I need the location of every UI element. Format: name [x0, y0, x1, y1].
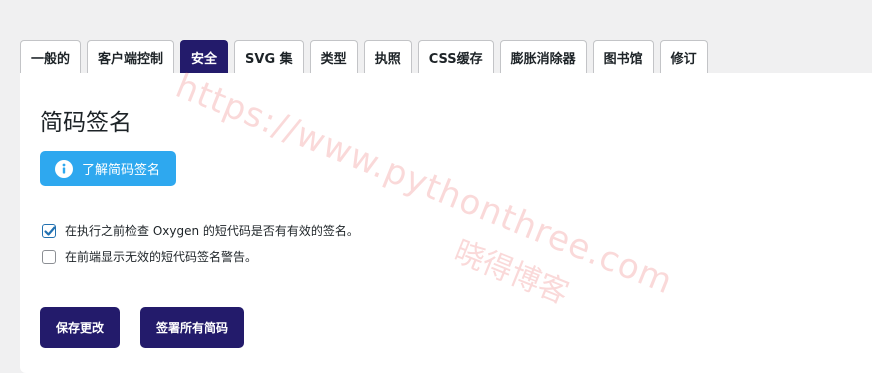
- tab-svg-sets[interactable]: SVG 集: [234, 40, 304, 74]
- tab-security[interactable]: 安全: [180, 40, 229, 74]
- tab-license[interactable]: 执照: [363, 40, 412, 74]
- security-panel: 简码签名 了解简码签名 在执行之前检查 Oxygen 的短代码是否有有效的签名。…: [20, 73, 872, 373]
- show-warnings-label[interactable]: 在前端显示无效的短代码签名警告。: [65, 248, 257, 265]
- save-changes-button[interactable]: 保存更改: [40, 307, 121, 348]
- settings-tabs: 一般的 客户端控制 安全 SVG 集 类型 执照 CSS缓存 膨胀消除器 图书馆…: [20, 38, 708, 74]
- option-verify-signatures: 在执行之前检查 Oxygen 的短代码是否有有效的签名。: [42, 222, 359, 239]
- show-warnings-checkbox[interactable]: [42, 249, 56, 264]
- learn-button-label: 了解简码签名: [82, 163, 161, 178]
- tab-css-cache[interactable]: CSS缓存: [417, 40, 494, 74]
- section-title: 简码签名: [40, 110, 132, 136]
- tab-bloat-eliminator[interactable]: 膨胀消除器: [499, 40, 587, 74]
- verify-signatures-label[interactable]: 在执行之前检查 Oxygen 的短代码是否有有效的签名。: [65, 222, 359, 239]
- checkmark-icon: [44, 225, 56, 236]
- option-show-warnings: 在前端显示无效的短代码签名警告。: [42, 248, 257, 265]
- tab-typography[interactable]: 类型: [309, 40, 358, 74]
- info-circle-icon: [55, 159, 73, 178]
- tab-client-control[interactable]: 客户端控制: [87, 40, 175, 74]
- tab-library[interactable]: 图书馆: [592, 40, 654, 74]
- verify-signatures-checkbox[interactable]: [42, 223, 56, 238]
- sign-all-shortcodes-button[interactable]: 签署所有简码: [140, 307, 245, 348]
- tab-general[interactable]: 一般的: [20, 40, 82, 74]
- tab-revisions[interactable]: 修订: [659, 40, 708, 74]
- learn-shortcode-signature-button[interactable]: 了解简码签名: [40, 151, 177, 186]
